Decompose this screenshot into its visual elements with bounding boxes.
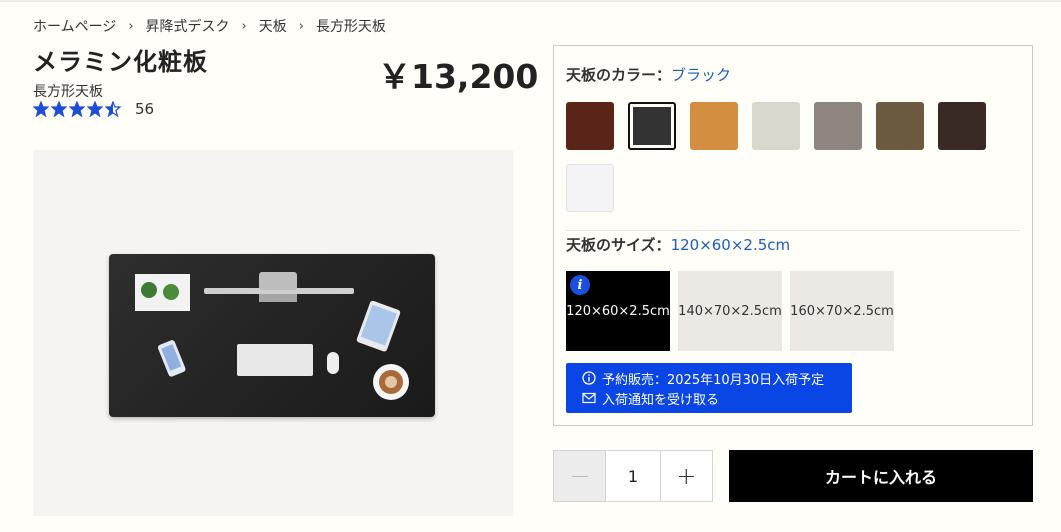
color-label: 天板のカラー： [566, 66, 672, 84]
color-swatch-8[interactable] [566, 164, 614, 212]
star-half-icon [105, 101, 121, 117]
size-option-label: 160×70×2.5cm [790, 303, 894, 319]
color-swatch-3[interactable] [690, 102, 738, 150]
restock-notify-text[interactable]: 入荷通知を受け取る [602, 389, 719, 408]
color-swatch-1[interactable] [566, 102, 614, 150]
size-label: 天板のサイズ： [566, 236, 671, 254]
quantity-decrement-button[interactable] [554, 451, 607, 501]
preorder-date-line: 予約販売：2025年10月30日入荷予定 [582, 368, 852, 388]
chevron-right-icon: › [241, 18, 247, 34]
review-count[interactable]: 56 [135, 100, 154, 118]
color-swatch-5[interactable] [814, 102, 862, 150]
quantity-input[interactable]: 1 [606, 451, 661, 501]
info-circle-icon [582, 371, 598, 385]
size-option-label: 120×60×2.5cm [566, 303, 670, 319]
color-swatch-4[interactable] [752, 102, 800, 150]
product-subtitle: 長方形天板 [33, 84, 103, 100]
size-option-120x60[interactable]: i 120×60×2.5cm [566, 271, 670, 351]
breadcrumb: ホームページ › 昇降式デスク › 天板 › 長方形天板 [33, 16, 386, 36]
breadcrumb-current: 長方形天板 [315, 19, 386, 35]
minus-icon [571, 475, 588, 477]
color-label-row: 天板のカラー：ブラック [566, 64, 731, 85]
desk-items-illustration [135, 272, 409, 400]
size-option-140x70[interactable]: 140×70×2.5cm [678, 271, 782, 351]
restock-notify-link[interactable]: 入荷通知を受け取る [582, 388, 852, 408]
rating-stars [33, 101, 123, 117]
size-option-160x70[interactable]: 160×70×2.5cm [790, 271, 894, 351]
preorder-notice: 予約販売：2025年10月30日入荷予定 入荷通知を受け取る [566, 363, 852, 413]
star-full-icon [87, 101, 103, 117]
size-selected-value: 120×60×2.5cm [670, 236, 791, 254]
option-panel: 天板のカラー：ブラック 天板のサイズ：120×60×2.5cm i 120×60… [553, 45, 1033, 426]
desk-photo [109, 254, 435, 417]
top-divider [0, 0, 1061, 2]
size-label-row: 天板のサイズ：120×60×2.5cm [566, 234, 790, 255]
chevron-right-icon: › [298, 18, 304, 34]
quantity-stepper: 1 + [553, 450, 713, 502]
chevron-right-icon: › [128, 18, 134, 34]
product-price: ￥13,200 [378, 57, 539, 96]
quantity-increment-button[interactable]: + [661, 451, 712, 501]
color-swatch-7[interactable] [938, 102, 986, 150]
breadcrumb-standing-desk[interactable]: 昇降式デスク [146, 16, 230, 36]
add-to-cart-button[interactable]: カートに入れる [729, 450, 1033, 502]
color-swatch-6[interactable] [876, 102, 924, 150]
product-title: メラミン化粧板 [33, 48, 208, 76]
color-swatch-2[interactable] [628, 102, 676, 150]
breadcrumb-home[interactable]: ホームページ [33, 16, 116, 36]
star-full-icon [51, 101, 67, 117]
star-full-icon [69, 101, 85, 117]
mail-icon [582, 392, 598, 404]
color-selected-value: ブラック [671, 66, 732, 84]
preorder-date-text: 予約販売：2025年10月30日入荷予定 [602, 372, 825, 388]
star-full-icon [33, 101, 49, 117]
product-image[interactable] [33, 150, 513, 516]
size-option-label: 140×70×2.5cm [678, 303, 782, 319]
info-icon[interactable]: i [570, 275, 590, 295]
rating[interactable]: 56 [33, 100, 154, 118]
breadcrumb-desktop[interactable]: 天板 [259, 16, 287, 36]
option-divider [566, 230, 1020, 231]
